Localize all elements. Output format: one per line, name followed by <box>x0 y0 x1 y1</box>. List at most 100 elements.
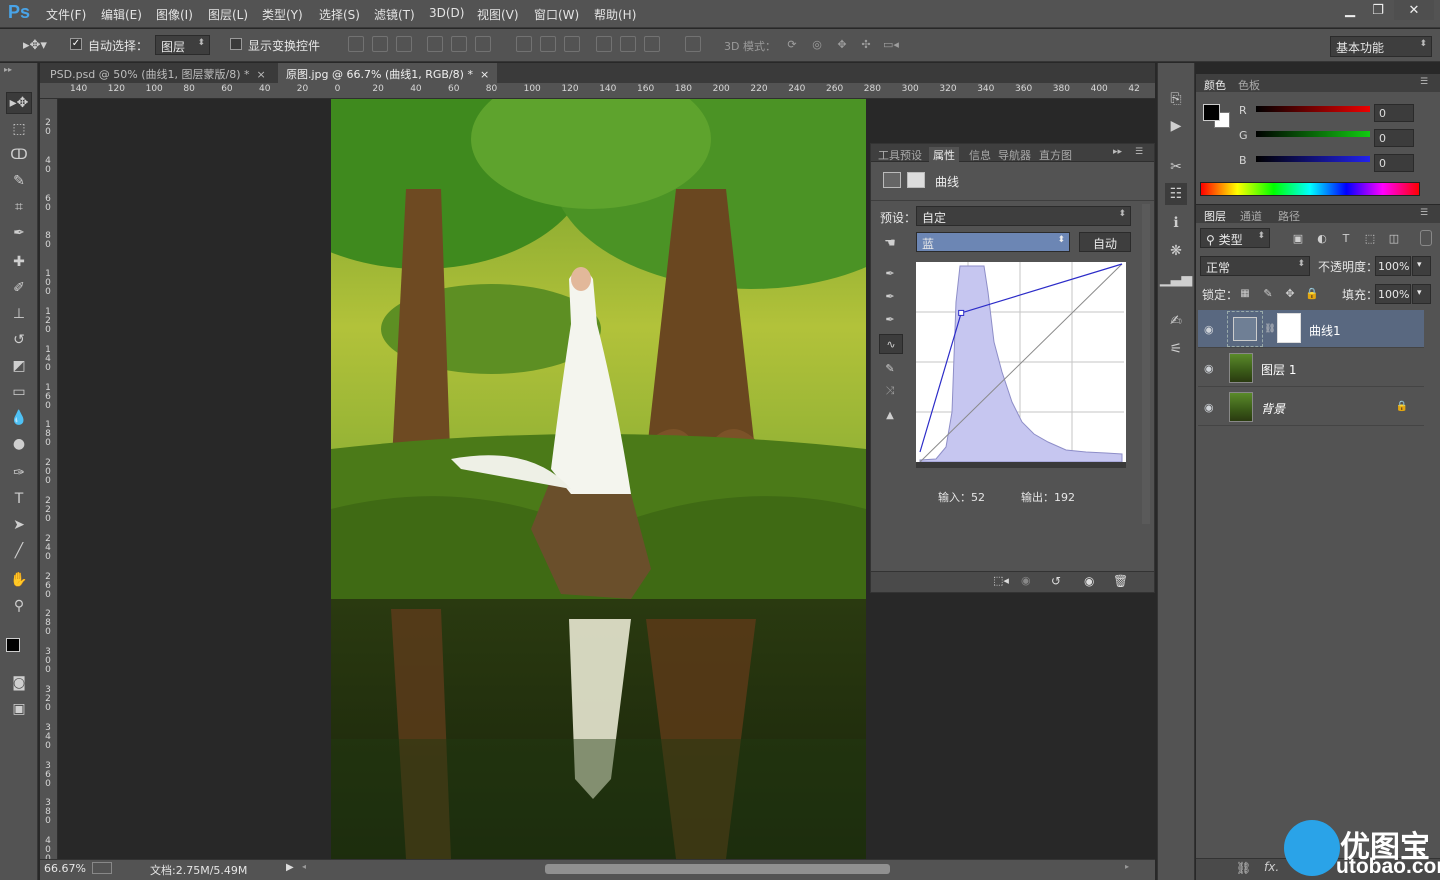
white-point-eyedropper-icon[interactable]: ✒ <box>881 310 899 328</box>
workspace-dropdown[interactable]: 基本功能 ⬍ <box>1330 36 1432 57</box>
quick-select-tool-icon[interactable]: ✎ <box>6 170 32 192</box>
tool-presets-icon[interactable]: ✂ <box>1165 156 1187 178</box>
properties-panel-icon[interactable]: ☷ <box>1165 183 1187 205</box>
r-value-input[interactable]: 0 <box>1374 104 1414 122</box>
lock-transparency-icon[interactable]: ▦ <box>1238 286 1252 300</box>
menu-filter[interactable]: 滤镜(T) <box>374 6 415 23</box>
restore-icon[interactable]: ❐ <box>1362 0 1394 20</box>
scroll-left-icon[interactable]: ◂ <box>302 862 306 871</box>
tab-close-icon[interactable]: × <box>480 68 489 81</box>
delete-icon[interactable]: 🗑 <box>1113 574 1128 588</box>
tab-tool-presets[interactable]: 工具预设 <box>878 147 922 163</box>
screen-mode-icon[interactable]: ▣ <box>6 698 32 720</box>
3d-scale-icon[interactable]: ▭◂ <box>882 36 900 52</box>
zoom-level[interactable]: 66.67% <box>44 862 86 875</box>
panel-collapse-icon[interactable]: ▸▸ <box>1113 147 1122 157</box>
close-icon[interactable]: ✕ <box>1394 0 1434 20</box>
distribute-hcenter-icon[interactable] <box>620 36 636 52</box>
on-image-adjust-icon[interactable]: ☚ <box>879 234 901 252</box>
distribute-right-icon[interactable] <box>644 36 660 52</box>
marquee-tool-icon[interactable]: ⬚ <box>6 118 32 140</box>
layer-row-layer1[interactable]: ◉ 图层 1 <box>1198 349 1424 387</box>
align-left-icon[interactable] <box>427 36 443 52</box>
auto-select-target-dropdown[interactable]: 图层 ⬍ <box>155 35 210 55</box>
lock-pixels-icon[interactable]: ✎ <box>1261 286 1275 300</box>
layer-visibility-eye-icon[interactable]: ◉ <box>1204 401 1218 414</box>
smooth-curve-icon[interactable]: ⤨ <box>881 382 899 400</box>
b-slider[interactable] <box>1256 156 1370 162</box>
menu-3d[interactable]: 3D(D) <box>429 6 464 20</box>
menu-file[interactable]: 文件(F) <box>46 6 86 23</box>
channel-dropdown[interactable]: 蓝 ⬍ <box>916 232 1070 252</box>
scroll-right-icon[interactable]: ▸ <box>1125 862 1129 871</box>
history-brush-tool-icon[interactable]: ↺ <box>6 329 32 351</box>
layer-mask-icon[interactable] <box>907 172 925 188</box>
tab-properties[interactable]: 属性 <box>929 147 959 163</box>
black-point-eyedropper-icon[interactable]: ✒ <box>881 264 899 282</box>
opacity-dropdown-icon[interactable]: ▾ <box>1412 256 1431 276</box>
color-spectrum-ramp[interactable] <box>1200 182 1420 196</box>
align-vcenter-icon[interactable] <box>372 36 388 52</box>
eyedropper-tool-icon[interactable]: ✒ <box>6 222 32 244</box>
fx-icon[interactable]: fx. <box>1264 860 1279 874</box>
layer-name[interactable]: 曲线1 <box>1309 322 1341 339</box>
auto-button[interactable]: 自动 <box>1079 232 1131 252</box>
menu-type[interactable]: 类型(Y) <box>262 6 303 23</box>
tab-layers[interactable]: 图层 <box>1204 208 1226 224</box>
link-icon[interactable]: ⛓ <box>1236 861 1251 875</box>
tab-swatches[interactable]: 色板 <box>1238 77 1260 93</box>
brush-panel-icon[interactable]: ✍ <box>1165 310 1187 332</box>
layer-name[interactable]: 背景 <box>1261 400 1285 417</box>
lock-all-icon[interactable]: 🔒 <box>1305 286 1319 300</box>
tab-navigator[interactable]: 导航器 <box>998 147 1031 163</box>
layer-name[interactable]: 图层 1 <box>1261 361 1296 378</box>
menu-window[interactable]: 窗口(W) <box>534 6 579 23</box>
menu-layer[interactable]: 图层(L) <box>208 6 248 23</box>
3d-slide-icon[interactable]: ✣ <box>858 36 874 52</box>
blur-tool-icon[interactable]: 💧 <box>6 407 32 429</box>
mask-link-icon[interactable]: ⛓ <box>1264 322 1275 336</box>
stamp-tool-icon[interactable]: ⊥ <box>6 303 32 325</box>
move-tool-preset-icon[interactable]: ▸✥▾ <box>20 36 50 54</box>
panel-menu-icon[interactable]: ☰ <box>1135 147 1143 157</box>
filter-smart-object-icon[interactable]: ◫ <box>1386 230 1402 246</box>
distribute-bottom-icon[interactable] <box>564 36 580 52</box>
clipping-warning-icon[interactable]: ▲ <box>879 407 901 423</box>
auto-select-checkbox[interactable]: ✓ <box>70 38 82 50</box>
curves-graph[interactable] <box>916 262 1126 474</box>
fill-dropdown-icon[interactable]: ▾ <box>1412 284 1431 304</box>
gray-point-eyedropper-icon[interactable]: ✒ <box>881 287 899 305</box>
move-tool-icon[interactable]: ▸✥ <box>6 92 32 114</box>
g-value-input[interactable]: 0 <box>1374 129 1414 147</box>
curve-edit-icon[interactable]: ∿ <box>879 334 903 354</box>
layer-row-curves[interactable]: ◉ ⛓ 曲线1 <box>1198 310 1424 348</box>
tab-close-icon[interactable]: × <box>257 68 266 81</box>
history-panel-icon[interactable]: ⎘ <box>1165 88 1187 110</box>
clip-to-layer-icon[interactable]: ⬚◂ <box>993 574 1009 587</box>
layer-visibility-eye-icon[interactable]: ◉ <box>1204 362 1218 375</box>
zoom-tool-icon[interactable]: ⚲ <box>6 595 32 617</box>
distribute-left-icon[interactable] <box>596 36 612 52</box>
collapse-icon[interactable]: ▸▸ <box>4 65 12 74</box>
path-select-tool-icon[interactable]: ➤ <box>6 514 32 536</box>
menu-image[interactable]: 图像(I) <box>156 6 193 23</box>
b-value-input[interactable]: 0 <box>1374 154 1414 172</box>
view-previous-icon[interactable]: ◉ <box>1021 574 1031 587</box>
tab-info[interactable]: 信息 <box>969 147 991 163</box>
eraser-tool-icon[interactable]: ◩ <box>6 355 32 377</box>
pen-tool-icon[interactable]: ✑ <box>6 462 32 484</box>
filter-toggle[interactable] <box>1420 230 1432 246</box>
align-top-icon[interactable] <box>348 36 364 52</box>
histogram-panel-icon[interactable]: ▁▃▅ <box>1160 268 1192 290</box>
layer-row-background[interactable]: ◉ 背景 🔒 <box>1198 388 1424 426</box>
3d-rotate-icon[interactable]: ⟳ <box>784 36 800 52</box>
horizontal-scrollbar-thumb[interactable] <box>545 864 890 874</box>
layer-visibility-eye-icon[interactable]: ◉ <box>1204 323 1218 336</box>
filter-shape-icon[interactable]: ⬚ <box>1362 230 1378 246</box>
lock-position-icon[interactable]: ✥ <box>1283 286 1297 300</box>
curve-control-point[interactable] <box>958 309 965 316</box>
3d-pan-icon[interactable]: ✥ <box>834 36 850 52</box>
menu-help[interactable]: 帮助(H) <box>594 6 636 23</box>
distribute-top-icon[interactable] <box>516 36 532 52</box>
reset-icon[interactable]: ↺ <box>1051 574 1061 588</box>
